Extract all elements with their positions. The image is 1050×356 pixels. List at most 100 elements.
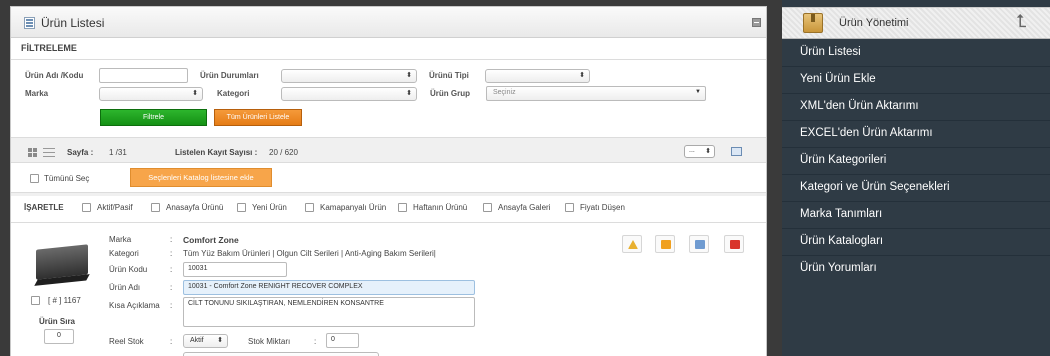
product-type-label: Ürünü Tipi <box>429 71 469 80</box>
product-status-select[interactable]: ⬍ <box>281 69 417 83</box>
mark-checkbox-campaign[interactable] <box>305 203 314 212</box>
colon: : <box>170 301 173 310</box>
category-field-value: Tüm Yüz Bakım Ürünleri | Olgun Cilt Seri… <box>183 249 436 258</box>
stock-field-label: Reel Stok <box>109 337 144 346</box>
category-label: Kategori <box>217 89 250 98</box>
name-field-label: Ürün Adı <box>109 283 141 292</box>
colon: : <box>170 265 173 274</box>
page-value: 1 /31 <box>109 148 127 157</box>
product-status-label: Ürün Durumları <box>200 71 259 80</box>
select-arrows-icon: ⬍ <box>406 90 412 97</box>
select-arrows-icon: ⬍ <box>705 148 711 155</box>
mark-checkbox-week[interactable] <box>398 203 407 212</box>
divider <box>11 192 766 196</box>
page-label: Sayfa : <box>67 148 94 157</box>
stock-select[interactable]: Aktif ⬍ <box>183 334 228 348</box>
stock-select-value: Aktif <box>190 337 204 344</box>
stock-status-select[interactable] <box>183 352 379 356</box>
brand-field-value: Comfort Zone <box>183 235 239 245</box>
box-icon <box>803 13 823 33</box>
list-icon <box>24 17 35 29</box>
product-order-label: Ürün Sıra <box>39 317 76 326</box>
mark-checkbox-active[interactable] <box>82 203 91 212</box>
mark-checkbox-new[interactable] <box>237 203 246 212</box>
sidebar-item-brands[interactable]: Marka Tanımları <box>782 202 1050 229</box>
mark-checkbox-gallery[interactable] <box>483 203 492 212</box>
mark-label-gallery: Ansayfa Galeri <box>498 203 551 212</box>
brand-field-label: Marka <box>109 235 132 244</box>
marks-label: İŞARETLE <box>24 203 64 212</box>
product-group-select[interactable]: Seçiniz ▼ <box>486 86 706 101</box>
product-name-field[interactable]: 10031 - Comfort Zone RENIGHT RECOVER COM… <box>183 280 475 295</box>
mark-checkbox-homepage[interactable] <box>151 203 160 212</box>
sidebar-title: Ürün Yönetimi <box>839 17 909 29</box>
product-image[interactable] <box>26 233 93 295</box>
edit-product-button[interactable] <box>655 235 675 253</box>
stock-qty-label: Stok Miktarı <box>248 337 291 346</box>
product-name-input[interactable] <box>99 68 188 83</box>
divider <box>11 59 766 60</box>
sidebar-item-reviews[interactable]: Ürün Yorumları <box>782 256 1050 283</box>
records-value: 20 / 620 <box>269 148 298 157</box>
grid-view-icon[interactable] <box>28 148 37 157</box>
product-list-panel: Ürün Listesi FİLTRELEME Ürün Adı /Kodu Ü… <box>10 6 767 356</box>
mark-product-button[interactable] <box>622 235 642 253</box>
stock-qty-input[interactable]: 0 <box>326 333 359 348</box>
mark-checkbox-price-drop[interactable] <box>565 203 574 212</box>
select-all-checkbox[interactable] <box>30 174 39 183</box>
warning-icon <box>628 240 638 249</box>
panel-title: Ürün Listesi <box>41 16 105 30</box>
sidebar-header: Ürün Yönetimi ⮤ <box>782 7 1050 39</box>
per-page-select[interactable]: ... ⬍ <box>684 145 715 158</box>
code-field-label: Ürün Kodu <box>109 265 148 274</box>
colon: : <box>170 283 173 292</box>
sidebar-item-excel-import[interactable]: EXCEL'den Ürün Aktarımı <box>782 121 1050 148</box>
mark-label-new: Yeni Ürün <box>252 203 287 212</box>
sidebar-item-add-product[interactable]: Yeni Ürün Ekle <box>782 67 1050 94</box>
sidebar-item-catalogs[interactable]: Ürün Katalogları <box>782 229 1050 256</box>
product-checkbox[interactable] <box>31 296 40 305</box>
filter-button[interactable]: Filtrele <box>100 109 207 126</box>
product-name-label: Ürün Adı /Kodu <box>25 71 84 80</box>
mark-label-campaign: Kamapanyalı Ürün <box>320 203 387 212</box>
mark-label-week: Haftanın Ürünü <box>413 203 468 212</box>
product-code-input[interactable]: 10031 <box>183 262 287 277</box>
category-field-label: Kategori <box>109 249 139 258</box>
list-view-icon[interactable] <box>43 148 55 157</box>
sidebar: Ürün Yönetimi ⮤ Ürün Listesi Yeni Ürün E… <box>782 0 1050 356</box>
trash-icon <box>730 240 740 249</box>
mark-label-homepage: Anasayfa Ürünü <box>166 203 224 212</box>
select-arrows-icon: ⬍ <box>192 90 198 97</box>
product-order-input[interactable]: 0 <box>44 329 74 344</box>
sidebar-item-xml-import[interactable]: XML'den Ürün Aktarımı <box>782 94 1050 121</box>
brand-label: Marka <box>25 89 49 98</box>
sidebar-item-product-list[interactable]: Ürün Listesi <box>782 40 1050 67</box>
brand-select[interactable]: ⬍ <box>99 87 203 101</box>
desc-field-label: Kısa Açıklama <box>109 301 160 310</box>
product-group-label: Ürün Grup <box>430 89 470 98</box>
filter-section-title: FİLTRELEME <box>21 43 77 53</box>
select-all-label: Tümünü Seç <box>44 174 90 183</box>
product-box-image <box>36 244 88 280</box>
copy-icon <box>695 240 705 249</box>
divider <box>11 222 766 223</box>
list-all-button[interactable]: Tüm Ürünleri Listele <box>214 109 302 126</box>
mark-label-price-drop: Fiyatı Düşen <box>580 203 625 212</box>
sidebar-item-categories[interactable]: Ürün Kategorileri <box>782 148 1050 175</box>
records-label: Listelen Kayıt Sayısı : <box>175 148 258 157</box>
product-type-select[interactable]: ⬍ <box>485 69 590 83</box>
delete-product-button[interactable] <box>724 235 744 253</box>
copy-product-button[interactable] <box>689 235 709 253</box>
colon: : <box>170 337 173 346</box>
short-description-textarea[interactable]: CİLT TONUNU SIKILAŞTIRAN, NEMLENDİREN KO… <box>183 297 475 327</box>
edit-icon <box>661 240 671 249</box>
sidebar-item-options[interactable]: Kategori ve Ürün Seçenekleri <box>782 175 1050 202</box>
export-icon[interactable] <box>731 147 742 156</box>
add-to-catalog-button[interactable]: Seçlenleri Katalog listesine ekle <box>130 168 272 187</box>
category-select[interactable]: ⬍ <box>281 87 417 101</box>
panel-header: Ürün Listesi <box>11 7 766 38</box>
back-arrow-icon[interactable]: ⮤ <box>1016 11 1027 32</box>
mark-label-active: Aktif/Pasif <box>97 203 133 212</box>
collapse-icon[interactable] <box>752 18 761 27</box>
colon: : <box>170 235 173 244</box>
